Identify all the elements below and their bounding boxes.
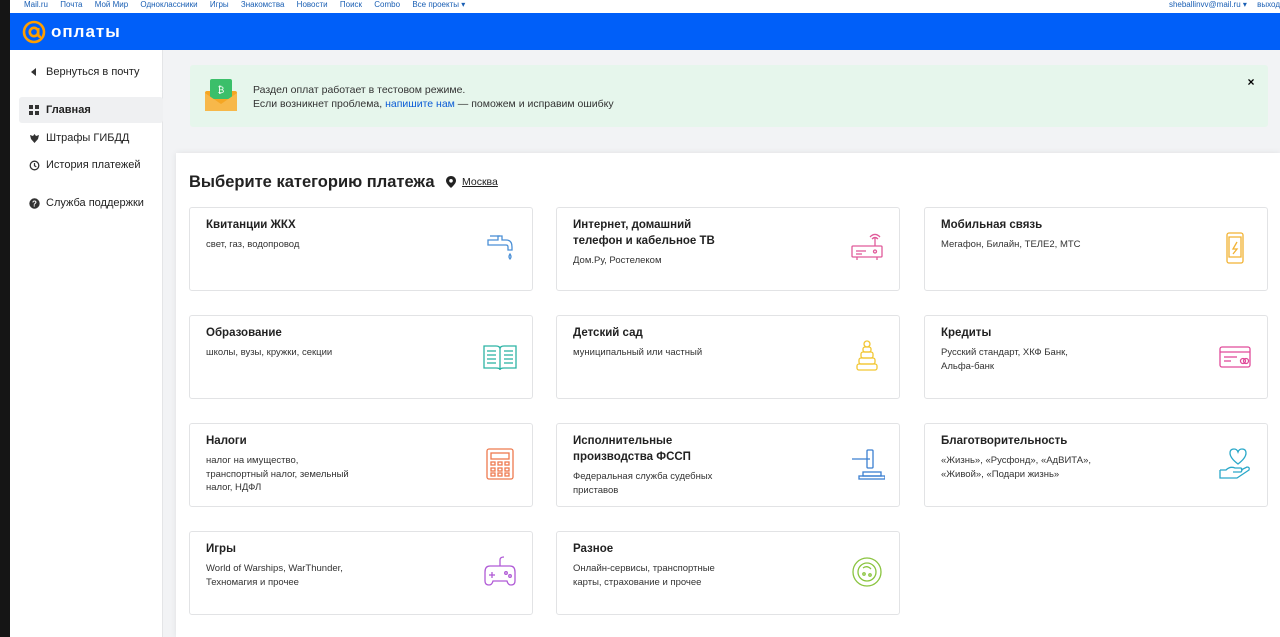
category-card-charity[interactable]: Благотворительность «Жизнь», «Русфонд», …	[924, 423, 1268, 507]
banner-text-prefix: Если возникнет проблема,	[253, 98, 386, 110]
sidebar: Вернуться в почту Главная Штрафы ГИБДД И…	[10, 50, 163, 637]
portal-link[interactable]: Одноклассники	[140, 0, 197, 9]
sidebar-item-label: История платежей	[46, 159, 141, 171]
category-subtitle: Мегафон, Билайн, ТЕЛЕ2, МТС	[941, 239, 1081, 250]
portal-topbar: Mail.ru Почта Мой Мир Одноклассники Игры…	[10, 0, 1280, 13]
category-subtitle: Дом.Ру, Ростелеком	[573, 255, 662, 266]
card-icon	[1219, 346, 1251, 368]
category-title: Мобильная связь	[941, 219, 1043, 231]
category-subtitle: налог на имущество, транспортный налог, …	[206, 455, 349, 493]
portal-link[interactable]: Игры	[210, 0, 229, 9]
category-title: Благотворительность	[941, 435, 1068, 447]
portal-link[interactable]: Mail.ru	[24, 0, 48, 9]
category-card-loans[interactable]: Кредиты Русский стандарт, ХКФ Банк, Альф…	[924, 315, 1268, 399]
banner-line-1: Раздел оплат работает в тестовом режиме.	[253, 84, 466, 96]
logout-link[interactable]: выход	[1257, 0, 1280, 9]
back-arrow-icon	[28, 66, 40, 78]
category-card-bailiffs[interactable]: Исполнительные производства ФССП Федерал…	[556, 423, 900, 507]
location-pin-icon	[446, 176, 456, 188]
category-title: Налоги	[206, 435, 247, 447]
faucet-icon	[487, 235, 513, 260]
category-card-utilities[interactable]: Квитанции ЖКХ свет, газ, водопровод	[189, 207, 533, 291]
page-title: Выберите категорию платежа	[189, 173, 435, 191]
category-subtitle: муниципальный или частный	[573, 347, 703, 358]
calculator-icon	[486, 448, 514, 480]
emblem-icon	[28, 132, 40, 144]
banner-message: Раздел оплат работает в тестовом режиме.…	[253, 83, 614, 111]
category-title: Образование	[206, 327, 282, 339]
svg-text:₿: ₿	[218, 85, 225, 95]
gamepad-icon	[484, 556, 516, 586]
sidebar-item-label: Вернуться в почту	[46, 66, 140, 78]
category-subtitle: World of Warships, WarThunder, Техномаги…	[206, 563, 343, 588]
heart-hand-icon	[1219, 448, 1250, 479]
category-card-mobile[interactable]: Мобильная связь Мегафон, Билайн, ТЕЛЕ2, …	[924, 207, 1268, 291]
app-logo[interactable]: оплаты	[22, 20, 121, 44]
sidebar-item-support[interactable]: ? Служба поддержки	[19, 190, 163, 216]
category-title: Квитанции ЖКХ	[206, 219, 296, 231]
category-title: Интернет, домашний телефон и кабельное Т…	[573, 219, 715, 247]
portal-link[interactable]: Почта	[60, 0, 82, 9]
portal-link-all-projects[interactable]: Все проекты ▾	[412, 0, 465, 9]
phone-icon	[1226, 232, 1244, 264]
grid-icon	[28, 104, 40, 116]
at-sign-logo-icon	[22, 20, 46, 44]
left-screen-edge	[0, 0, 10, 637]
banner-line-2: Если возникнет проблема, напишите нам — …	[253, 97, 614, 111]
category-card-kindergarten[interactable]: Детский сад муниципальный или частный	[556, 315, 900, 399]
city-selector[interactable]: Москва	[446, 176, 498, 188]
portal-link[interactable]: Combo	[374, 0, 400, 9]
category-card-internet[interactable]: Интернет, домашний телефон и кабельное Т…	[556, 207, 900, 291]
category-card-misc[interactable]: Разное Онлайн-сервисы, транспортные карт…	[556, 531, 900, 615]
write-to-us-link[interactable]: напишите нам	[385, 98, 455, 110]
category-title: Детский сад	[573, 327, 643, 339]
sidebar-item-fines[interactable]: Штрафы ГИБДД	[19, 125, 163, 151]
history-icon	[28, 159, 40, 171]
category-card-taxes[interactable]: Налоги налог на имущество, транспортный …	[189, 423, 533, 507]
category-subtitle: свет, газ, водопровод	[206, 239, 300, 250]
misc-icon	[852, 557, 882, 587]
sidebar-item-label: Штрафы ГИБДД	[46, 132, 130, 144]
user-email-menu[interactable]: sheballinvv@mail.ru ▾	[1169, 0, 1247, 9]
test-mode-banner: ₿ Раздел оплат работает в тестовом режим…	[190, 65, 1268, 127]
sidebar-item-history[interactable]: История платежей	[19, 152, 163, 178]
category-title: Кредиты	[941, 327, 992, 339]
envelope-money-icon: ₿	[205, 79, 237, 111]
category-title: Исполнительные производства ФССП	[573, 435, 691, 463]
gavel-icon	[852, 449, 885, 480]
portal-link[interactable]: Поиск	[340, 0, 362, 9]
category-title: Разное	[573, 543, 614, 555]
close-icon[interactable]: ×	[1244, 75, 1258, 89]
category-card-games[interactable]: Игры World of Warships, WarThunder, Техн…	[189, 531, 533, 615]
category-subtitle: Русский стандарт, ХКФ Банк, Альфа-банк	[941, 347, 1068, 372]
banner-text-suffix: — поможем и исправим ошибку	[454, 98, 614, 110]
pyramid-toy-icon	[856, 340, 878, 371]
portal-link[interactable]: Новости	[297, 0, 328, 9]
topbar-user-area: sheballinvv@mail.ru ▾ выход	[1161, 0, 1280, 9]
category-subtitle: Онлайн-сервисы, транспортные карты, стра…	[573, 563, 715, 588]
router-icon	[851, 233, 883, 260]
logo-text: оплаты	[51, 22, 121, 41]
sidebar-item-back-to-mail[interactable]: Вернуться в почту	[19, 59, 163, 85]
portal-link[interactable]: Мой Мир	[95, 0, 128, 9]
category-title: Игры	[206, 543, 236, 555]
app-header: оплаты	[10, 13, 1280, 50]
svg-text:?: ?	[32, 199, 37, 208]
portal-links: Mail.ru Почта Мой Мир Одноклассники Игры…	[24, 0, 475, 9]
category-subtitle: школы, вузы, кружки, секции	[206, 347, 333, 358]
category-card-education[interactable]: Образование школы, вузы, кружки, секции	[189, 315, 533, 399]
category-subtitle: «Жизнь», «Русфонд», «АдВИТА», «Живой», «…	[941, 455, 1092, 480]
portal-link[interactable]: Знакомства	[241, 0, 285, 9]
help-icon: ?	[28, 197, 40, 209]
book-icon	[483, 345, 517, 371]
city-name: Москва	[462, 176, 498, 188]
category-subtitle: Федеральная служба судебных приставов	[573, 471, 713, 496]
sidebar-item-label: Главная	[46, 104, 91, 116]
sidebar-item-main[interactable]: Главная	[19, 97, 163, 123]
sidebar-item-label: Служба поддержки	[46, 197, 144, 209]
